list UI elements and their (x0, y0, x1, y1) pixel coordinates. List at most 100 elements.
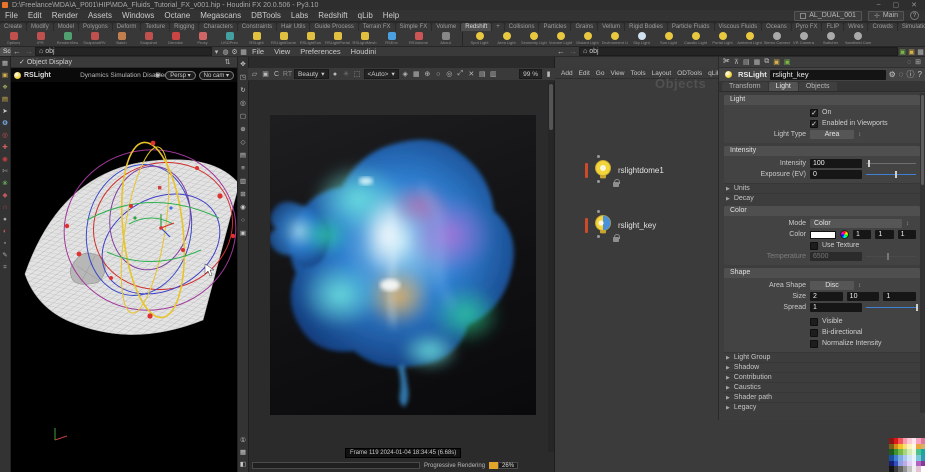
circle-icon[interactable]: ○ (434, 70, 443, 79)
node-input-dot[interactable] (597, 210, 600, 213)
viewport-tool-icon[interactable]: ✥ (239, 60, 248, 69)
shelf-tool-button[interactable]: RenderView (54, 31, 81, 45)
grid-icon[interactable]: ▦ (412, 70, 421, 79)
layout-chip[interactable]: AL_DUAL_001 (794, 11, 862, 21)
viewport-tool-icon[interactable]: ◎ (239, 99, 248, 108)
object-display-toggle[interactable]: ✓ Object Display (11, 58, 72, 66)
menu-item[interactable]: Labs (286, 11, 313, 20)
palette-swatch[interactable] (921, 466, 925, 472)
pixel-probe-icon[interactable]: ▮ (544, 70, 553, 79)
normalize-intensity-checkbox[interactable] (810, 340, 818, 348)
back-arrow-icon[interactable]: ← (11, 47, 23, 56)
shelf-tool-button[interactable]: Ambient Light (736, 31, 763, 45)
shelf-tab[interactable]: Vellum (598, 23, 624, 31)
size-y-field[interactable]: 10 (847, 292, 880, 301)
gear-icon[interactable]: ⚙ (230, 47, 239, 56)
section-shadow[interactable]: ▶Shadow (724, 362, 920, 372)
tool-icon[interactable]: ✄ (1, 167, 10, 176)
shelf-tool-button[interactable]: Proxy (189, 31, 216, 45)
scene-viewport[interactable] (11, 68, 237, 472)
compare-a-icon[interactable]: ▤ (478, 70, 487, 79)
grid-icon[interactable]: ▦ (754, 58, 761, 66)
shelf-tool-button[interactable]: About (432, 31, 459, 45)
shelf-tab[interactable]: Particles (539, 23, 570, 31)
desktop-selector[interactable]: ✛Main (868, 11, 904, 21)
shelf-tool-button[interactable]: RSLightMesh (351, 31, 378, 45)
temperature-field[interactable]: 6500 (810, 252, 862, 261)
help-icon[interactable]: ? (918, 70, 922, 79)
rt-toggle[interactable]: RT (283, 70, 292, 79)
shelf-tab[interactable]: Pyro FX (792, 23, 822, 31)
parameter-scrollbar[interactable] (920, 93, 925, 413)
scene-path-field[interactable]: ⌂obj (35, 47, 212, 56)
tool-icon[interactable]: ❀ (1, 179, 10, 188)
color-b-field[interactable]: 1 (898, 230, 916, 239)
menu-item[interactable]: View (607, 70, 627, 77)
section-shader-path[interactable]: ▶Shader path (724, 392, 920, 402)
shelf-tab[interactable]: Constraints (238, 23, 276, 31)
shelf-tab[interactable]: Wires (844, 23, 867, 31)
viewport-tool-icon[interactable]: ◉ (239, 203, 248, 212)
shelf-tool-button[interactable]: Switcher (817, 31, 844, 45)
shelf-tab[interactable]: Polygons (79, 23, 112, 31)
lock-icon[interactable]: ◈ (401, 70, 410, 79)
camera-selector[interactable]: No cam ▾ (199, 71, 234, 80)
help-icon[interactable]: ? (910, 11, 919, 20)
menu-item[interactable]: Edit (576, 70, 593, 77)
layout-a-icon[interactable]: ▣ (773, 58, 780, 66)
shelf-tab[interactable]: Crowds (868, 23, 896, 31)
compare-b-icon[interactable]: ▥ (489, 70, 498, 79)
viewport-tool-icon[interactable]: ↻ (239, 86, 248, 95)
bidirectional-checkbox[interactable] (810, 329, 818, 337)
shelf-tab[interactable]: Simple FX (396, 23, 432, 31)
shelf-tool-button[interactable]: Portal Light (709, 31, 736, 45)
shelf-tab[interactable]: + (492, 23, 504, 31)
expand-icon[interactable]: ⤢ (456, 70, 465, 79)
back-arrow-icon[interactable]: ← (555, 47, 567, 56)
viewport-tool-icon[interactable]: ▣ (239, 229, 248, 238)
shelf-tool-button[interactable]: Denoise (162, 31, 189, 45)
spinner-icon[interactable]: ↕ (858, 132, 861, 138)
layout-b-icon[interactable]: ▣ (784, 58, 791, 66)
shelf-tool-button[interactable]: Snapshot (135, 31, 162, 45)
tool-icon[interactable]: ✎ (1, 251, 10, 260)
tool-icon[interactable]: ❻ (1, 119, 10, 128)
target-icon[interactable]: ◎ (445, 70, 454, 79)
tool-icon[interactable]: ❖ (1, 83, 10, 92)
shelf-tool-button[interactable]: RSLightDome (270, 31, 297, 45)
viewport-tool-icon[interactable]: ≡ (239, 164, 248, 173)
viewport-tool-icon[interactable]: ▤ (239, 151, 248, 160)
exposure-slider[interactable] (866, 170, 916, 179)
renderview-scrollbar[interactable] (548, 82, 554, 452)
spread-field[interactable]: 1 (810, 303, 862, 312)
tool-icon[interactable]: ▪ (1, 239, 10, 248)
shelf-tool-button[interactable]: RSVolume (405, 31, 432, 45)
spinner-icon[interactable]: ↕ (858, 283, 861, 289)
shelf-tab[interactable]: Modify (27, 23, 53, 31)
viewport-tool-icon[interactable]: ◇ (239, 138, 248, 147)
tool-icon[interactable]: ⌗ (1, 263, 10, 272)
tool-icon[interactable]: ▤ (1, 95, 10, 104)
shelf-tool-button[interactable]: Geometry Light (520, 31, 547, 45)
tool-icon[interactable]: ∩ (1, 203, 10, 212)
node-rslightdome[interactable]: rslightdome1 (585, 160, 664, 180)
wrench-icon[interactable]: ✀ (723, 58, 730, 66)
shelf-tab[interactable]: Volume (432, 23, 460, 31)
shelf-tab[interactable]: Create (0, 23, 26, 31)
grid-icon[interactable]: ▦ (916, 47, 925, 56)
menu-item[interactable]: Windows (117, 11, 159, 20)
shelf-tab[interactable]: Viscous Fluids (715, 23, 762, 31)
parameter-tab[interactable]: Transform (722, 82, 768, 91)
section-legacy[interactable]: ▶Legacy (724, 402, 920, 412)
lock-icon[interactable]: ◉ (153, 71, 162, 80)
size-x-field[interactable]: 2 (810, 292, 843, 301)
menu-item[interactable]: Preferences (296, 47, 344, 56)
shelf-tab[interactable]: Model (54, 23, 78, 31)
node-rslight-key[interactable]: rslight_key (585, 215, 656, 235)
menu-item[interactable]: Help (378, 11, 404, 20)
intensity-slider[interactable] (866, 159, 916, 168)
copy-icon[interactable]: ⧉ (764, 58, 769, 66)
node-output-dot[interactable] (597, 235, 600, 238)
menu-item[interactable]: View (270, 47, 294, 56)
info-icon[interactable]: ⓘ (907, 69, 915, 80)
